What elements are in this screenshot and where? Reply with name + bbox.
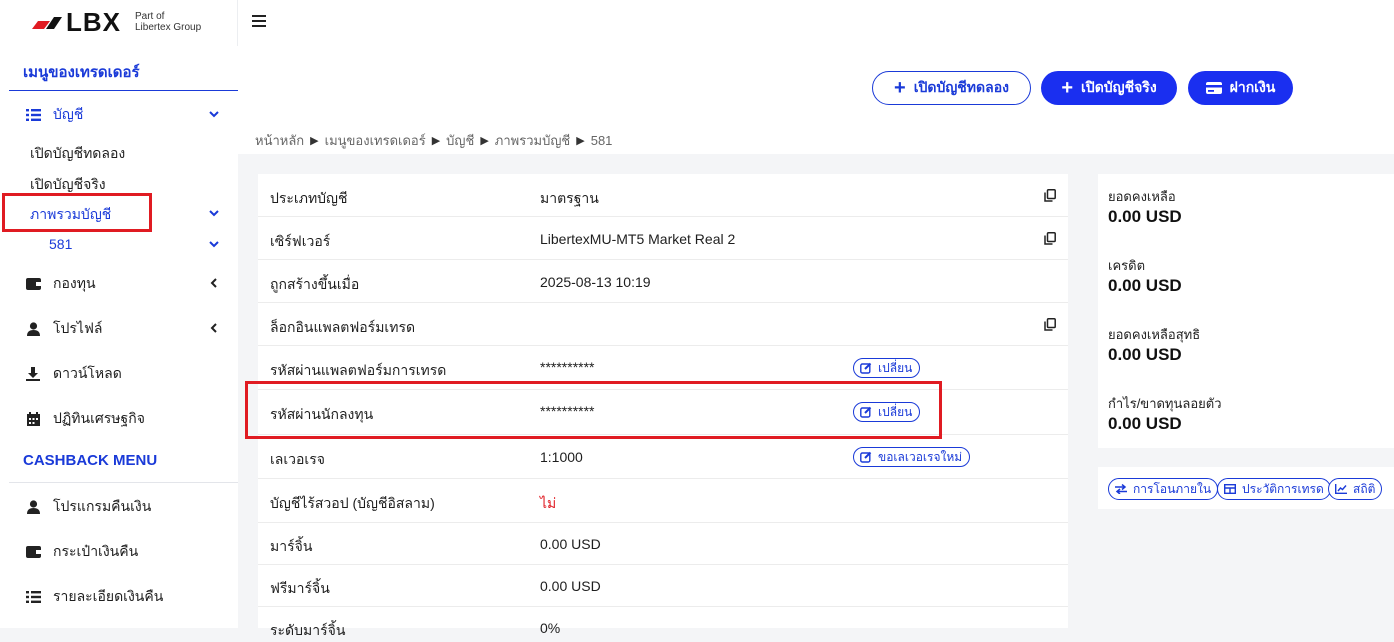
highlight-box-overview bbox=[2, 193, 152, 232]
open-demo-account-button[interactable]: + เปิดบัญชีทดลอง bbox=[872, 71, 1031, 105]
highlight-box-investor-password bbox=[245, 381, 942, 439]
sidebar-item-cashback-details[interactable]: รายละเอียดเงินคืน bbox=[25, 586, 163, 608]
table-row: เลเวอเรจ 1:1000 ขอเลเวอเรจใหม่ bbox=[258, 435, 1068, 479]
chevron-down-icon[interactable] bbox=[209, 208, 219, 218]
deposit-button[interactable]: ฝากเงิน bbox=[1188, 71, 1293, 105]
table-row: เซิร์ฟเวอร์ LibertexMU-MT5 Market Real 2 bbox=[258, 217, 1068, 260]
edit-icon bbox=[860, 362, 872, 374]
wallet-icon bbox=[25, 544, 41, 560]
change-trading-password-button[interactable]: เปลี่ยน bbox=[853, 358, 921, 378]
open-real-account-button[interactable]: + เปิดบัญชีจริง bbox=[1041, 71, 1177, 105]
breadcrumb-separator-icon: ▶ bbox=[431, 135, 441, 147]
credit-value: 0.00 USD bbox=[1108, 276, 1182, 295]
lbx-logo[interactable]: LBX Part of Libertex Group bbox=[30, 7, 202, 37]
table-row: ล็อกอินแพลตฟอร์มเทรด bbox=[258, 303, 1068, 346]
table-row: มาร์จิ้น 0.00 USD bbox=[258, 523, 1068, 565]
balance-summary: ยอดคงเหลือ 0.00 USD เครดิต 0.00 USD ยอดค… bbox=[1098, 174, 1394, 448]
plus-icon: + bbox=[894, 77, 906, 99]
copy-icon[interactable] bbox=[1044, 189, 1056, 202]
cashback-divider bbox=[9, 482, 238, 483]
chevron-down-icon[interactable] bbox=[209, 239, 219, 249]
table-icon bbox=[1224, 484, 1236, 494]
breadcrumb-separator-icon: ▶ bbox=[310, 135, 319, 147]
sidebar-item-cashback-program[interactable]: โปรแกรมคืนเงิน bbox=[25, 496, 151, 518]
list-icon bbox=[25, 107, 41, 123]
list-icon bbox=[25, 589, 41, 605]
sidebar-item-download[interactable]: ดาวน์โหลด bbox=[25, 363, 122, 385]
table-row: ถูกสร้างขึ้นเมื่อ 2025-08-13 10:19 bbox=[258, 260, 1068, 303]
chart-line-icon bbox=[1335, 484, 1347, 494]
table-row: บัญชีไร้สวอป (บัญชีอิสลาม) ไม่ bbox=[258, 479, 1068, 523]
breadcrumb-trader-menu[interactable]: เมนูของเทรดเดอร์ bbox=[325, 130, 426, 151]
user-icon bbox=[25, 321, 41, 337]
trader-menu-divider bbox=[9, 90, 238, 91]
logo-brand: LBX bbox=[66, 6, 121, 37]
statistics-button[interactable]: สถิติ bbox=[1328, 478, 1383, 500]
trade-history-button[interactable]: ประวัติการเทรด bbox=[1217, 478, 1331, 500]
card-icon bbox=[1205, 82, 1222, 94]
wallet-icon bbox=[25, 276, 41, 292]
trader-menu-title: เมนูของเทรดเดอร์ bbox=[23, 64, 140, 81]
chevron-down-icon[interactable] bbox=[209, 109, 219, 119]
table-row: ประเภทบัญชี มาตรฐาน bbox=[258, 174, 1068, 217]
equity-value: 0.00 USD bbox=[1108, 345, 1182, 364]
breadcrumb-home[interactable]: หน้าหลัก bbox=[255, 130, 304, 151]
top-bar: LBX Part of Libertex Group bbox=[0, 0, 1394, 46]
breadcrumb-overview[interactable]: ภาพรวมบัญชี bbox=[495, 130, 570, 151]
sidebar: เมนูของเทรดเดอร์ บัญชี เปิดบัญชีทดลอง เป… bbox=[0, 46, 238, 628]
chevron-left-icon[interactable] bbox=[209, 323, 219, 333]
sidebar-item-cashback-wallet[interactable]: กระเป๋าเงินคืน bbox=[25, 541, 138, 563]
edit-icon bbox=[860, 451, 872, 463]
breadcrumb-accounts[interactable]: บัญชี bbox=[446, 130, 474, 151]
calendar-icon bbox=[25, 411, 41, 427]
sidebar-subitem-open-demo[interactable]: เปิดบัญชีทดลอง bbox=[30, 143, 125, 165]
copy-icon[interactable] bbox=[1044, 232, 1056, 245]
breadcrumb-current: 581 bbox=[590, 133, 613, 148]
account-actions: การโอนภายใน ประวัติการเทรด สถิติ bbox=[1098, 467, 1394, 509]
internal-transfer-button[interactable]: การโอนภายใน bbox=[1108, 478, 1219, 500]
sidebar-item-profile[interactable]: โปรไฟล์ bbox=[25, 318, 102, 340]
sidebar-item-accounts[interactable]: บัญชี bbox=[25, 104, 83, 126]
breadcrumb: หน้าหลัก ▶ เมนูของเทรดเดอร์ ▶ บัญชี ▶ ภา… bbox=[255, 130, 612, 151]
download-icon bbox=[25, 366, 41, 382]
breadcrumb-separator-icon: ▶ bbox=[576, 135, 585, 147]
user-icon bbox=[25, 499, 41, 515]
floating-pl-value: 0.00 USD bbox=[1108, 414, 1182, 433]
sidebar-item-funds[interactable]: กองทุน bbox=[25, 273, 96, 295]
hamburger-icon[interactable] bbox=[252, 15, 266, 29]
breadcrumb-separator-icon: ▶ bbox=[480, 135, 489, 147]
logo-group-text: Part of Libertex Group bbox=[135, 11, 202, 33]
balance-value: 0.00 USD bbox=[1108, 207, 1182, 226]
sidebar-item-economic-calendar[interactable]: ปฏิทินเศรษฐกิจ bbox=[25, 408, 145, 430]
copy-icon[interactable] bbox=[1044, 318, 1056, 331]
header-divider bbox=[237, 0, 238, 46]
table-row: ระดับมาร์จิ้น 0% bbox=[270, 620, 561, 638]
cashback-menu-title: CASHBACK MENU bbox=[23, 452, 158, 469]
plus-icon: + bbox=[1061, 77, 1074, 99]
sidebar-account-number[interactable]: 581 bbox=[49, 236, 72, 252]
chevron-left-icon[interactable] bbox=[209, 278, 219, 288]
request-new-leverage-button[interactable]: ขอเลเวอเรจใหม่ bbox=[853, 447, 971, 467]
transfer-icon bbox=[1115, 484, 1127, 494]
table-row: ฟรีมาร์จิ้น 0.00 USD bbox=[258, 565, 1068, 607]
logo-mark-icon bbox=[30, 15, 62, 29]
